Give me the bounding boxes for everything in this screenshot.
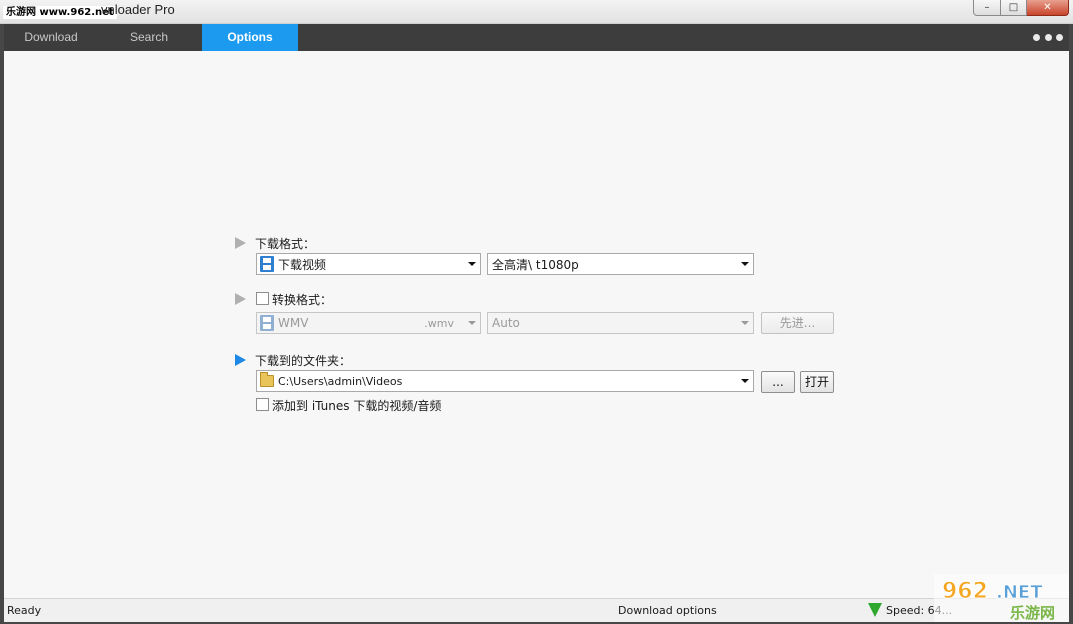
close-button[interactable]: ✕ [1027, 0, 1069, 16]
convert-format-value: WMV [278, 316, 309, 330]
quality-select[interactable]: 全高清\ t1080p [487, 253, 754, 275]
window-controls: – □ ✕ [973, 0, 1069, 16]
convert-preset-value: Auto [492, 316, 520, 330]
window-title: vnloader Pro [101, 2, 175, 17]
convert-format-label: 转换格式： [272, 293, 333, 307]
app-frame: Download Search Options 下载格式： 下载视频 全高清\ … [0, 24, 1073, 624]
quality-value: 全高清\ t1080p [492, 257, 579, 272]
folder-icon [260, 372, 274, 387]
browse-folder-button[interactable]: ... [761, 371, 795, 393]
svg-text:乐游网: 乐游网 [1010, 604, 1055, 622]
download-folder-label: 下载到的文件夹： [255, 354, 352, 368]
convert-format-checkbox[interactable] [256, 292, 269, 305]
tab-bar: Download Search Options [4, 24, 1069, 51]
section-arrow-icon [235, 354, 246, 366]
tab-options[interactable]: Options [202, 24, 298, 51]
brand-watermark-logo: 962 .NET 乐游网 [934, 574, 1069, 622]
chevron-down-icon [737, 313, 753, 333]
svg-text:962: 962 [942, 579, 988, 604]
open-folder-button[interactable]: 打开 [800, 371, 834, 393]
section-arrow-icon [235, 293, 246, 305]
watermark-tag: 乐游网 www.962.net [3, 6, 117, 19]
download-folder-select[interactable]: C:\Users\admin\Videos [256, 370, 754, 392]
itunes-label: 添加到 iTunes 下载的视频/音频 [272, 399, 442, 413]
minimize-button[interactable]: – [973, 0, 1001, 16]
convert-format-ext: .wmv [424, 316, 454, 330]
chevron-down-icon [464, 254, 480, 274]
chevron-down-icon [737, 254, 753, 274]
film-icon [260, 315, 274, 331]
more-options-icon[interactable] [1033, 31, 1063, 43]
download-type-select[interactable]: 下载视频 [256, 253, 481, 275]
advanced-button[interactable]: 先进... [761, 312, 834, 334]
download-type-value: 下载视频 [278, 257, 327, 272]
svg-text:.NET: .NET [996, 582, 1043, 603]
maximize-button[interactable]: □ [1001, 0, 1027, 16]
status-bar: Ready Download options Speed: 64... [4, 598, 1069, 622]
download-folder-value: C:\Users\admin\Videos [278, 374, 403, 388]
status-center-text: Download options [618, 604, 717, 617]
title-bar: 乐游网 www.962.net vnloader Pro – □ ✕ [0, 0, 1073, 24]
chevron-down-icon [737, 371, 753, 391]
tab-search[interactable]: Search [102, 24, 196, 51]
film-icon [260, 256, 274, 272]
tab-download[interactable]: Download [4, 24, 98, 51]
download-format-label: 下载格式： [255, 237, 316, 251]
chevron-down-icon [464, 313, 480, 333]
convert-preset-select[interactable]: Auto [487, 312, 754, 334]
itunes-checkbox[interactable] [256, 398, 269, 411]
speed-arrow-icon [868, 603, 882, 617]
status-text: Ready [7, 604, 42, 617]
section-arrow-icon [235, 237, 246, 249]
convert-format-select[interactable]: WMV .wmv [256, 312, 481, 334]
